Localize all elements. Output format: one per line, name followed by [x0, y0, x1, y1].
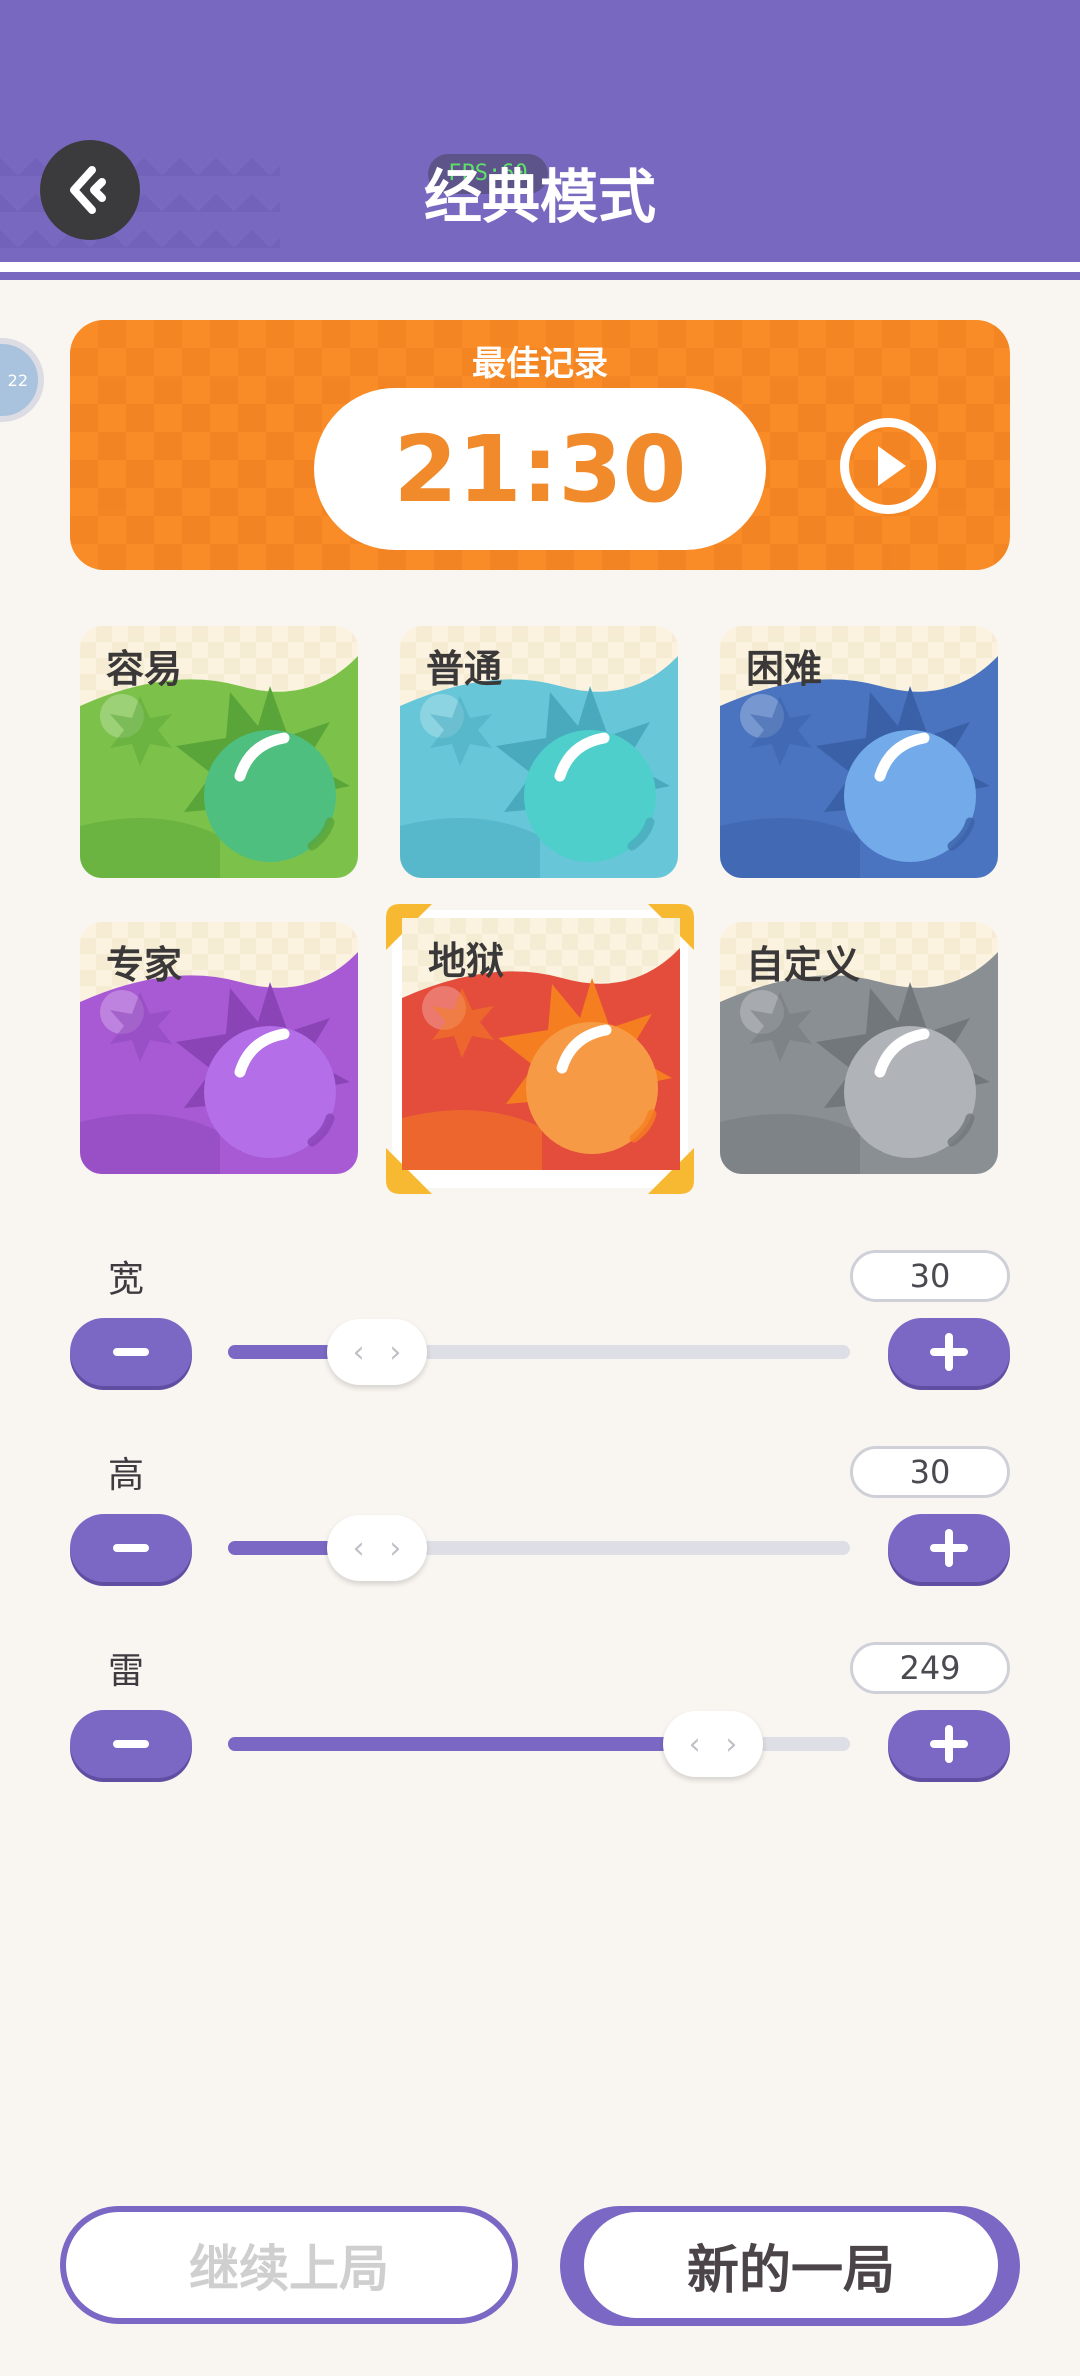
new-game-label: 新的一局: [584, 2212, 998, 2318]
setting-value-mines: 249: [850, 1642, 1010, 1694]
slider-fill: [228, 1737, 713, 1751]
mode-normal-tile[interactable]: 普通: [400, 626, 678, 878]
decrease-height-button[interactable]: [70, 1514, 192, 1582]
slider-handle[interactable]: ‹ ›: [663, 1711, 763, 1777]
setting-label-width: 宽: [108, 1259, 145, 1300]
mode-easy-label: 容易: [106, 647, 183, 691]
slider-handle[interactable]: ‹ ›: [327, 1319, 427, 1385]
setting-label-height: 高: [108, 1455, 145, 1496]
increase-width-button[interactable]: [888, 1318, 1010, 1386]
plus-icon: [930, 1333, 968, 1371]
setting-value-height: 30: [850, 1446, 1010, 1498]
mode-custom-tile[interactable]: 自定义: [720, 922, 998, 1174]
slider-height[interactable]: ‹ ›: [228, 1515, 850, 1581]
setting-label-mines: 雷: [108, 1651, 145, 1692]
plus-icon: [930, 1529, 968, 1567]
mode-custom-label: 自定义: [746, 943, 861, 987]
play-icon: [878, 446, 906, 486]
setting-value-width: 30: [850, 1250, 1010, 1302]
avatar-text: 22: [7, 370, 28, 390]
best-record-label: 最佳记录: [472, 344, 608, 384]
best-record-card: 最佳记录 21:30: [70, 320, 1010, 570]
header-divider-accent: [0, 272, 1080, 280]
mode-expert-label: 专家: [106, 943, 183, 987]
mode-hell-tile[interactable]: 地狱: [402, 918, 680, 1170]
plus-icon: [930, 1725, 968, 1763]
new-game-button[interactable]: 新的一局: [560, 2206, 1020, 2326]
mode-normal-label: 普通: [426, 647, 503, 691]
mode-hard-label: 困难: [746, 647, 823, 691]
minus-icon: [113, 1544, 149, 1552]
minus-icon: [113, 1348, 149, 1356]
decrease-width-button[interactable]: [70, 1318, 192, 1386]
minus-icon: [113, 1740, 149, 1748]
continue-game-button[interactable]: 继续上局: [60, 2206, 518, 2324]
mode-easy-tile[interactable]: 容易: [80, 626, 358, 878]
page-title: 经典模式: [423, 163, 656, 231]
slider-handle[interactable]: ‹ ›: [327, 1515, 427, 1581]
decrease-mines-button[interactable]: [70, 1710, 192, 1778]
increase-height-button[interactable]: [888, 1514, 1010, 1582]
mode-expert-tile[interactable]: 专家: [80, 922, 358, 1174]
avatar[interactable]: 22: [0, 338, 44, 422]
slider-mines[interactable]: ‹ ›: [228, 1711, 850, 1777]
slider-width[interactable]: ‹ ›: [228, 1319, 850, 1385]
best-record-time: 21:30: [314, 388, 766, 550]
mode-hell-label: 地狱: [428, 939, 505, 983]
replay-button[interactable]: [840, 418, 936, 514]
increase-mines-button[interactable]: [888, 1710, 1010, 1778]
header-divider: [0, 262, 1080, 272]
mode-hard-tile[interactable]: 困难: [720, 626, 998, 878]
